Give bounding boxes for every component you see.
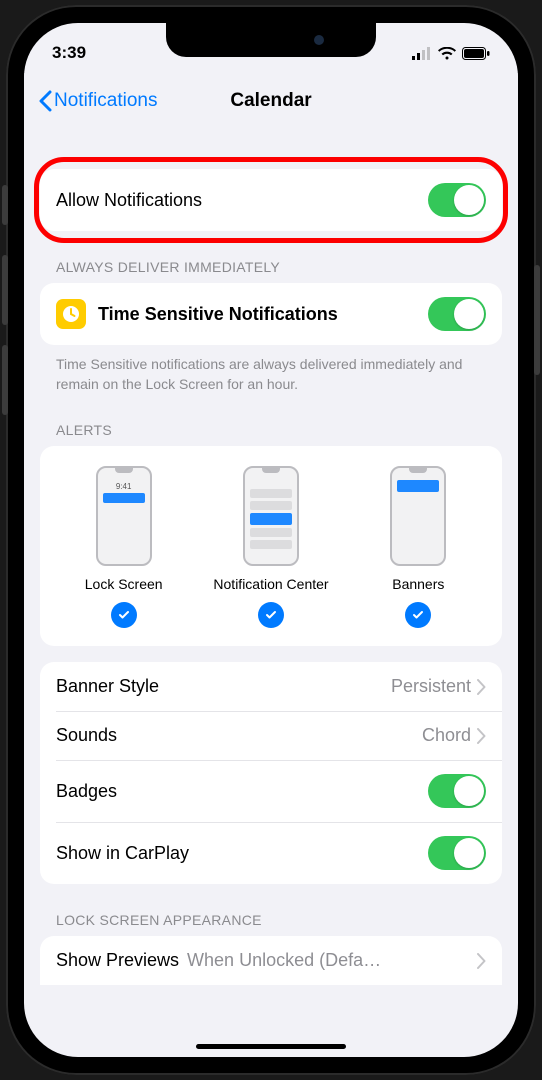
battery-icon	[462, 47, 490, 60]
chevron-right-icon	[477, 679, 486, 695]
time-sensitive-label: Time Sensitive Notifications	[98, 304, 428, 325]
show-previews-value: When Unlocked (Defa…	[187, 950, 477, 971]
banner-style-row[interactable]: Banner Style Persistent	[40, 662, 502, 711]
alerts-box: 9:41 Lock Screen	[40, 446, 502, 646]
banner-style-value: Persistent	[391, 676, 471, 697]
back-label: Notifications	[54, 90, 158, 112]
alert-option-banners[interactable]: Banners	[345, 466, 491, 628]
allow-notifications-label: Allow Notifications	[56, 190, 428, 211]
time-sensitive-row[interactable]: Time Sensitive Notifications	[40, 283, 502, 345]
badges-label: Badges	[56, 781, 428, 802]
carplay-label: Show in CarPlay	[56, 843, 428, 864]
alert-lock-check[interactable]	[111, 602, 137, 628]
allow-notifications-toggle[interactable]	[428, 183, 486, 217]
back-button[interactable]: Notifications	[38, 90, 158, 112]
alert-lock-label: Lock Screen	[85, 576, 163, 592]
checkmark-icon	[117, 608, 131, 622]
sounds-row[interactable]: Sounds Chord	[40, 711, 502, 760]
sounds-label: Sounds	[56, 725, 422, 746]
alert-option-lock-screen[interactable]: 9:41 Lock Screen	[51, 466, 197, 628]
alert-center-check[interactable]	[258, 602, 284, 628]
nav-bar: Notifications Calendar	[24, 73, 518, 129]
show-previews-row[interactable]: Show Previews When Unlocked (Defa…	[40, 936, 502, 985]
clock-icon	[56, 299, 86, 329]
allow-notifications-group: Allow Notifications	[40, 169, 502, 231]
show-previews-label: Show Previews	[56, 950, 179, 971]
chevron-left-icon	[38, 90, 52, 112]
chevron-right-icon	[477, 728, 486, 744]
badges-toggle[interactable]	[428, 774, 486, 808]
alert-banners-check[interactable]	[405, 602, 431, 628]
status-time: 3:39	[52, 43, 86, 63]
time-sensitive-toggle[interactable]	[428, 297, 486, 331]
alert-banners-label: Banners	[392, 576, 444, 592]
wifi-icon	[438, 47, 456, 60]
notification-center-preview-icon	[243, 466, 299, 566]
carplay-row[interactable]: Show in CarPlay	[40, 822, 502, 884]
alert-settings-group: Banner Style Persistent Sounds Chord Bad…	[40, 662, 502, 884]
banners-preview-icon	[390, 466, 446, 566]
home-indicator[interactable]	[196, 1044, 346, 1049]
time-sensitive-footer: Time Sensitive notifications are always …	[24, 345, 518, 394]
lock-screen-preview-icon: 9:41	[96, 466, 152, 566]
alert-center-label: Notification Center	[213, 576, 328, 592]
allow-notifications-row[interactable]: Allow Notifications	[40, 169, 502, 231]
checkmark-icon	[264, 608, 278, 622]
section-header-deliver: ALWAYS DELIVER IMMEDIATELY	[24, 231, 518, 283]
section-header-alerts: ALERTS	[24, 394, 518, 446]
sounds-value: Chord	[422, 725, 471, 746]
chevron-right-icon	[477, 953, 486, 969]
banner-style-label: Banner Style	[56, 676, 391, 697]
checkmark-icon	[411, 608, 425, 622]
alert-option-notification-center[interactable]: Notification Center	[198, 466, 344, 628]
time-sensitive-group: Time Sensitive Notifications	[40, 283, 502, 345]
cellular-icon	[412, 47, 432, 60]
section-header-lockscreen: LOCK SCREEN APPEARANCE	[24, 884, 518, 936]
badges-row[interactable]: Badges	[40, 760, 502, 822]
carplay-toggle[interactable]	[428, 836, 486, 870]
